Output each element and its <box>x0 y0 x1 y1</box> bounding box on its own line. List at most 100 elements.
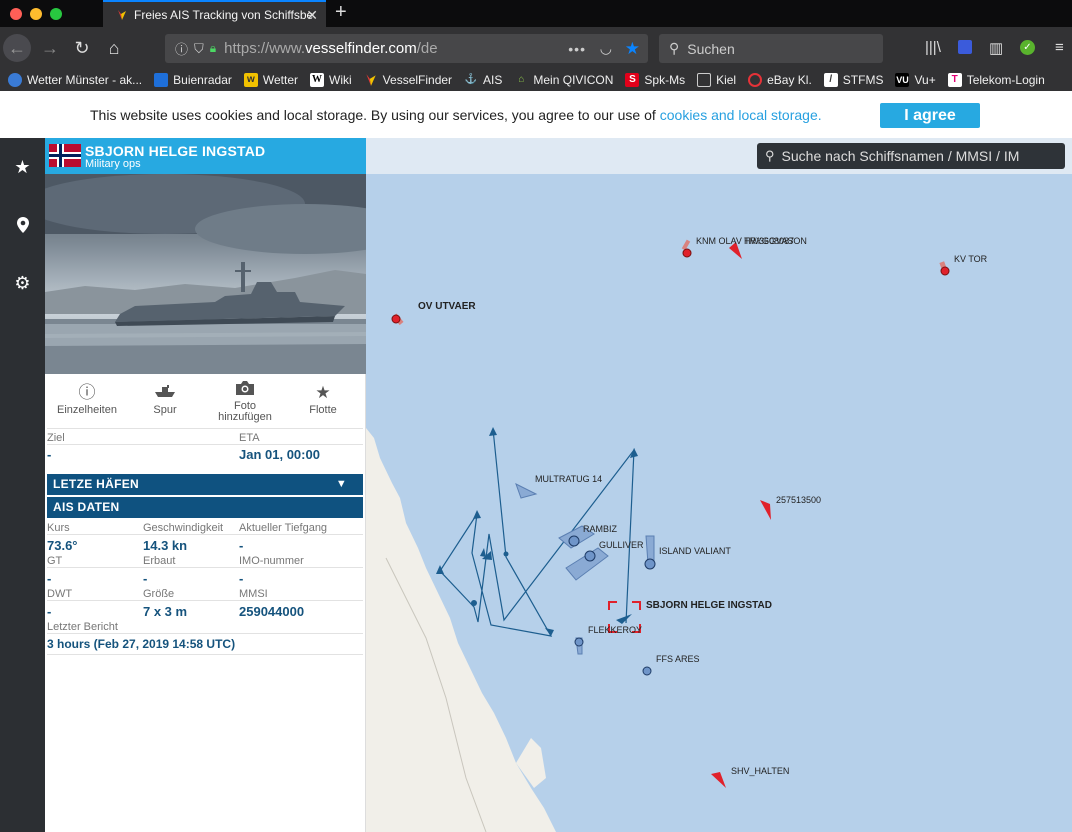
bookmark-stfms[interactable]: / STFMS <box>823 73 883 87</box>
vessel-label-sbjorn[interactable]: SBJORN HELGE INGSTAD <box>646 600 772 611</box>
lock-icon[interactable]: 🔒︎ <box>210 41 216 56</box>
extension-check-icon[interactable]: ✓ <box>1020 40 1035 55</box>
built-value: - <box>143 571 148 586</box>
page-actions-icon[interactable]: ••• <box>568 41 586 57</box>
url-text[interactable]: https://www.vesselfinder.com/de <box>224 40 437 57</box>
reload-button[interactable]: ↻ <box>68 34 96 62</box>
last-ports-section[interactable]: LETZE HÄFEN ▼ <box>47 474 363 495</box>
library-icon[interactable]: |||\ <box>925 39 941 56</box>
vessel-photo[interactable] <box>45 174 366 374</box>
bookmark-spk-ms[interactable]: S Spk-Ms <box>625 73 685 87</box>
bookmark-kiel[interactable]: Kiel <box>697 73 736 87</box>
vessel-arrow-shv-halten <box>711 772 726 788</box>
vessel-label-gulliver[interactable]: GULLIVER <box>599 540 644 550</box>
vessel-island-valiant <box>644 558 656 570</box>
info-icon: ⓘ <box>78 383 96 402</box>
vessel-info-panel: SBJORN HELGE INGSTAD Military ops ⓘ Einz… <box>45 138 366 832</box>
bookmark-wiki[interactable]: W Wiki <box>310 73 352 87</box>
extension-grid-icon[interactable] <box>958 40 972 54</box>
add-photo-button[interactable]: Foto hinzufügen <box>205 380 285 423</box>
fleet-button[interactable]: ★ Flotte <box>283 384 363 416</box>
bookmark-vesselfinder[interactable]: VesselFinder <box>364 73 452 87</box>
bookmark-qivicon[interactable]: ⌂ Mein QIVICON <box>514 73 613 87</box>
vuplus-icon: VU <box>895 73 910 87</box>
tracking-shield-icon[interactable]: ⛉ <box>194 41 204 57</box>
vessel-gulliver <box>584 550 596 562</box>
divider <box>47 428 363 429</box>
vessel-label-shv-halten[interactable]: SHV_HALTEN <box>731 766 789 776</box>
browser-toolbar: ← → ↻ ⌂ ⓘ ⛉ 🔒︎ https://www.vesselfinder.… <box>0 27 1072 69</box>
camera-icon <box>205 380 285 398</box>
bookmark-vuplus[interactable]: VU Vu+ <box>895 73 936 87</box>
bookmarks-bar: Wetter Münster - ak... Buienradar w Wette… <box>0 69 1072 91</box>
bookmark-ebay[interactable]: eBay Kl. <box>748 73 812 87</box>
vesselfinder-favicon-icon <box>118 9 126 20</box>
ais-icon: ⚓ <box>464 74 478 85</box>
browser-tab[interactable]: Freies AIS Tracking von Schiffsbewegunge… <box>103 0 326 27</box>
vessel-label-ov-utvaer[interactable]: OV UTVAER <box>418 301 476 312</box>
pocket-icon[interactable]: ◡ <box>600 40 612 57</box>
vessel-label-overlap[interactable]: HW3608087 <box>744 236 794 246</box>
gt-label: GT <box>47 555 63 567</box>
bookmark-ais[interactable]: ⚓ AIS <box>464 73 503 87</box>
eta-value: Jan 01, 00:00 <box>239 447 320 462</box>
track-point <box>503 551 509 557</box>
vessel-label-kv-tor[interactable]: KV TOR <box>954 254 987 264</box>
cookie-policy-link[interactable]: cookies and local storage. <box>660 107 822 123</box>
sidebar-icon[interactable]: ▥ <box>989 39 1003 57</box>
vessel-label-island-valiant[interactable]: ISLAND VALIANT <box>659 546 731 556</box>
home-button[interactable]: ⌂ <box>100 34 128 62</box>
wetter-icon: w <box>243 73 258 87</box>
maximize-window-button[interactable] <box>50 8 62 20</box>
track-arrow <box>480 548 486 557</box>
bookmark-wetter[interactable]: w Wetter <box>243 73 298 87</box>
vessel-label-flekkeroy[interactable]: FLEKKEROY <box>588 625 642 635</box>
bookmark-buienradar[interactable]: Buienradar <box>154 73 232 87</box>
cookie-agree-button[interactable]: I agree <box>880 103 980 128</box>
info-icon[interactable]: ⓘ <box>175 39 188 58</box>
favorites-star-icon[interactable]: ★ <box>0 147 45 187</box>
mmsi-label: MMSI <box>239 588 268 600</box>
bookmark-star-icon[interactable]: ★ <box>625 39 640 59</box>
vessel-label-multratug[interactable]: MULTRATUG 14 <box>535 474 602 484</box>
address-bar[interactable]: ⓘ ⛉ 🔒︎ https://www.vesselfinder.com/de •… <box>165 34 648 63</box>
draught-value: - <box>239 538 244 553</box>
vessel-flekkeroy <box>574 637 584 647</box>
vessel-label-rambiz[interactable]: RAMBIZ <box>583 524 617 534</box>
divider <box>47 534 363 535</box>
forward-button[interactable]: → <box>36 34 64 62</box>
close-tab-icon[interactable]: ✕ <box>306 7 318 24</box>
settings-gear-icon[interactable]: ⚙ <box>0 263 45 303</box>
size-label: Größe <box>143 588 175 600</box>
vessel-type: Military ops <box>85 158 141 170</box>
new-tab-button[interactable]: + <box>335 1 347 24</box>
tab-title: Freies AIS Tracking von Schiffsbewegunge… <box>134 7 314 22</box>
back-button[interactable]: ← <box>3 34 31 62</box>
stfms-icon: / <box>823 73 838 87</box>
browser-search-field[interactable]: ⚲ Suchen <box>659 34 883 63</box>
wikipedia-icon: W <box>310 73 324 87</box>
vessel-actions: ⓘ Einzelheiten Spur Foto hinzufügen ★ Fl… <box>45 378 366 428</box>
vessel-knm-olav <box>681 239 692 258</box>
details-button[interactable]: ⓘ Einzelheiten <box>47 384 127 416</box>
vessel-label-257513500[interactable]: 257513500 <box>776 495 821 505</box>
telekom-icon: T <box>947 73 962 87</box>
cookie-banner: This website uses cookies and local stor… <box>0 91 1072 138</box>
vessel-search-input[interactable]: ⚲ Suche nach Schiffsnamen / MMSI / IM <box>757 143 1065 169</box>
minimize-window-button[interactable] <box>30 8 42 20</box>
vesselfinder-icon <box>366 74 376 86</box>
close-window-button[interactable] <box>10 8 22 20</box>
map-view[interactable]: KNM OLAV TRYGGVASON HW3608087 KV TOR OV … <box>366 138 1072 832</box>
menu-icon[interactable]: ≡ <box>1055 39 1064 56</box>
ship-icon <box>125 384 205 402</box>
vessel-search-placeholder: Suche nach Schiffsnamen / MMSI / IM <box>781 148 1020 164</box>
imo-value: - <box>239 571 244 586</box>
map-pin-icon[interactable] <box>0 205 45 245</box>
bookmark-telekom[interactable]: T Telekom-Login <box>947 73 1045 87</box>
track-button[interactable]: Spur <box>125 384 205 416</box>
bookmark-wetter-muenster[interactable]: Wetter Münster - ak... <box>8 73 142 87</box>
search-icon: ⚲ <box>669 40 680 56</box>
ais-data-section: AIS DATEN <box>47 497 363 518</box>
size-value: 7 x 3 m <box>143 604 188 619</box>
vessel-label-ffs-ares[interactable]: FFS ARES <box>656 654 700 664</box>
